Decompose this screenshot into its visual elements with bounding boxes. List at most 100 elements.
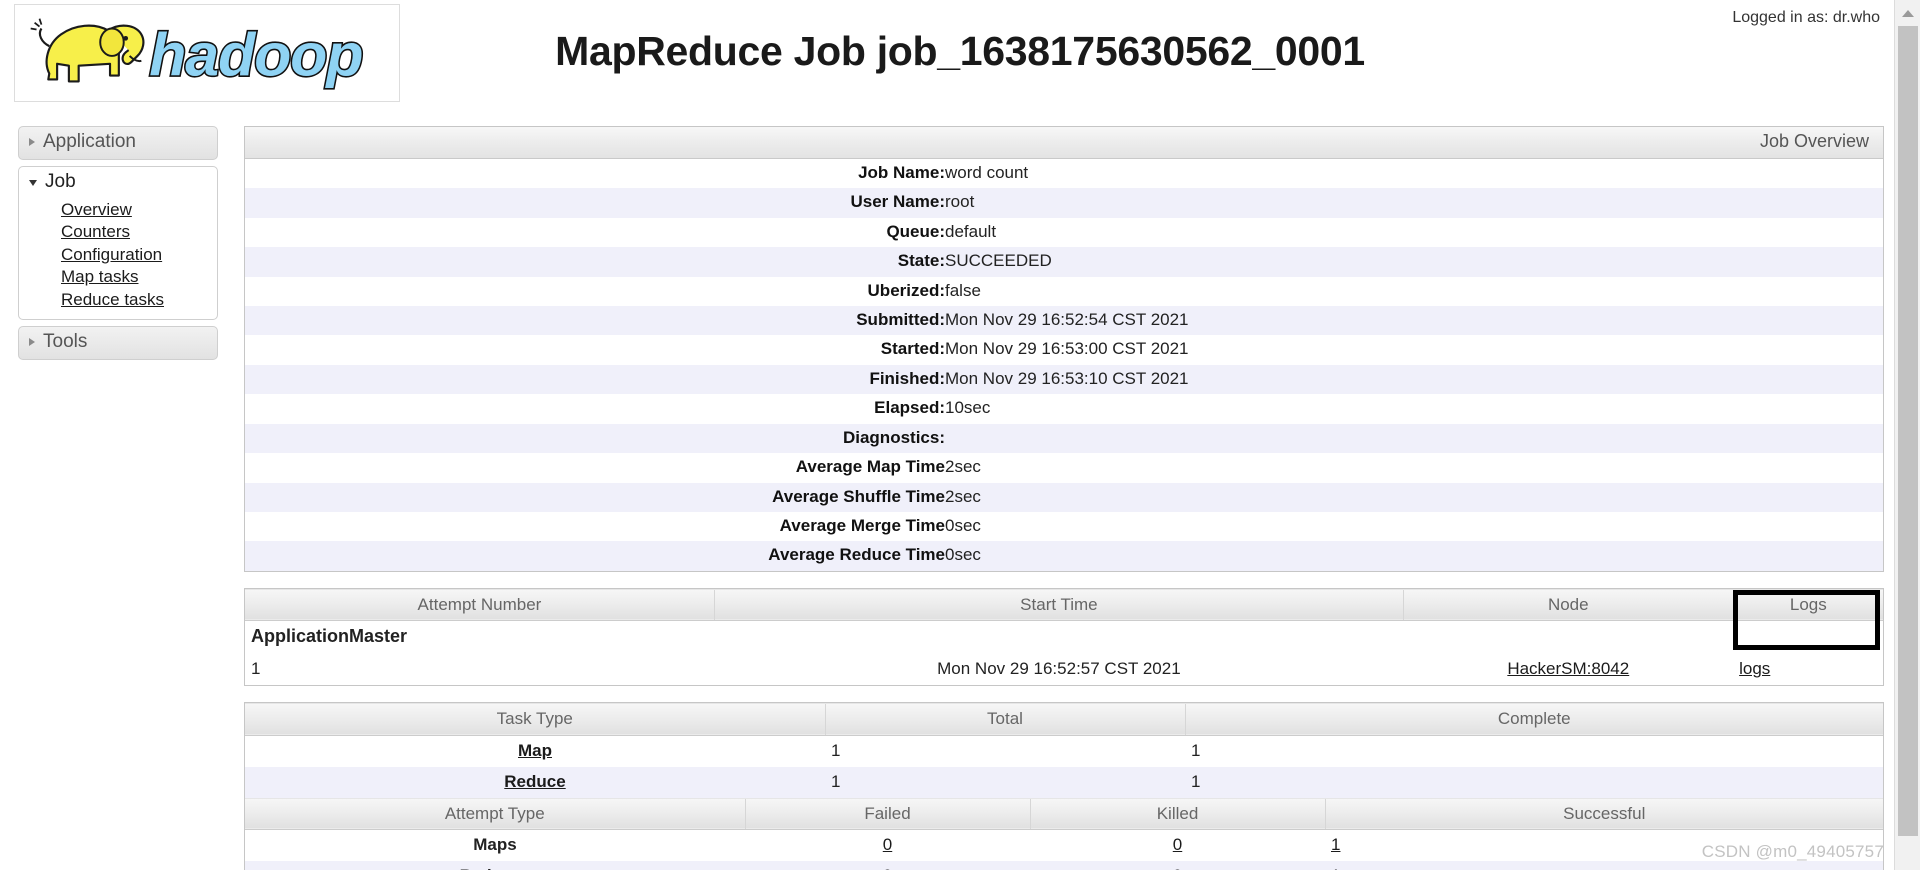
sidebar-item-reduce-tasks[interactable]: Reduce tasks <box>61 289 217 311</box>
overview-label: State: <box>897 251 945 271</box>
sidebar-link-counters[interactable]: Counters <box>61 222 130 241</box>
cell-complete: 1 <box>1191 771 1201 791</box>
reduces-successful-link[interactable]: 1 <box>1331 866 1340 870</box>
col-complete[interactable]: Complete <box>1184 702 1883 736</box>
maps-successful-link[interactable]: 1 <box>1331 835 1340 854</box>
sidebar-item-counters[interactable]: Counters <box>61 221 217 243</box>
sidebar-section-job-label: Job <box>45 170 76 192</box>
cell-attempt-type: Maps <box>473 835 517 855</box>
col-logs[interactable]: Logs <box>1732 588 1883 622</box>
col-task-type[interactable]: Task Type <box>245 702 825 736</box>
sidebar-section-tools-label: Tools <box>43 330 88 352</box>
overview-label: Elapsed: <box>874 398 945 418</box>
table-row: Average Shuffle Time 2sec <box>245 482 1883 513</box>
overview-value: 0sec <box>945 545 981 565</box>
cell-start-time: Mon Nov 29 16:52:57 CST 2021 <box>937 658 1181 678</box>
table-row: Diagnostics: <box>245 423 1883 454</box>
table-header-row: Attempt Number Start Time Node Logs <box>245 588 1883 622</box>
overview-label: Uberized: <box>867 280 945 300</box>
sidebar-section-application-header[interactable]: Application <box>19 127 217 159</box>
sidebar-link-map-tasks[interactable]: Map tasks <box>61 267 138 286</box>
table-row: Queue: default <box>245 217 1883 248</box>
task-summary-table: Task Type Total Complete Map 1 1 Reduce … <box>245 702 1883 798</box>
sidebar-section-application-label: Application <box>43 131 136 152</box>
col-attempt-type[interactable]: Attempt Type <box>245 797 745 831</box>
cell-failed: 0 <box>745 861 1030 870</box>
task-type-map-link[interactable]: Map <box>518 741 552 760</box>
overview-label: Submitted: <box>856 309 945 329</box>
sidebar-item-configuration[interactable]: Configuration <box>61 244 217 266</box>
attempt-summary-table: Attempt Type Failed Killed Successful Ma… <box>245 797 1883 870</box>
col-killed[interactable]: Killed <box>1029 797 1325 831</box>
table-row: Uberized: false <box>245 276 1883 306</box>
sidebar-section-tools-header[interactable]: Tools <box>19 327 217 359</box>
col-node[interactable]: Node <box>1402 588 1734 622</box>
logged-in-status: Logged in as: dr.who <box>1732 9 1880 26</box>
sidebar-link-reduce-tasks[interactable]: Reduce tasks <box>61 290 164 309</box>
col-failed[interactable]: Failed <box>744 797 1030 831</box>
sidebar-section-job-header[interactable]: Job <box>19 167 217 199</box>
table-row: Average Merge Time 0sec <box>245 512 1883 542</box>
table-row: Finished: Mon Nov 29 16:53:10 CST 2021 <box>245 364 1883 395</box>
page-header: hadoop MapReduce Job job_1638175630562_0… <box>0 0 1920 112</box>
sidebar-link-configuration[interactable]: Configuration <box>61 245 162 264</box>
cell-attempt-number: 1 <box>251 658 261 678</box>
task-type-reduce-link[interactable]: Reduce <box>504 772 565 791</box>
vertical-scrollbar[interactable] <box>1894 0 1920 870</box>
table-row: User Name: root <box>245 188 1883 218</box>
maps-failed-link[interactable]: 0 <box>883 835 892 854</box>
cell-task-type: Reduce <box>245 767 825 798</box>
sidebar-item-overview[interactable]: Overview <box>61 199 217 221</box>
overview-label: Average Reduce Time <box>768 545 945 565</box>
col-successful[interactable]: Successful <box>1324 797 1883 831</box>
sidebar-section-job[interactable]: Job Overview Counters Configuration Map … <box>18 165 218 320</box>
table-row: Started: Mon Nov 29 16:53:00 CST 2021 <box>245 335 1883 365</box>
overview-value: word count <box>945 162 1029 182</box>
scrollbar-up-arrow[interactable] <box>1895 0 1920 26</box>
cell-killed: 0 <box>1030 861 1325 870</box>
sidebar-link-overview[interactable]: Overview <box>61 200 132 219</box>
job-overview-table: Job Name: word count User Name: root Queue… <box>245 158 1883 571</box>
cell-complete: 1 <box>1191 740 1201 760</box>
cell-failed: 0 <box>745 830 1030 862</box>
overview-label: Diagnostics: <box>842 427 945 447</box>
reduces-failed-link[interactable]: 0 <box>883 866 892 870</box>
col-start-time[interactable]: Start Time <box>713 588 1404 622</box>
sidebar-section-tools[interactable]: Tools <box>18 325 218 360</box>
overview-value: 10sec <box>945 398 991 418</box>
table-row: Maps 0 0 1 <box>245 829 1883 862</box>
application-master-title-row: ApplicationMaster <box>245 620 1883 654</box>
table-row: Reduces 0 0 1 <box>245 861 1883 870</box>
table-row: 1 Mon Nov 29 16:52:57 CST 2021 HackerSM:… <box>245 653 1883 685</box>
chevron-down-icon <box>29 180 37 187</box>
sidebar: Application Job Overview Counters Config… <box>18 126 218 366</box>
application-master-title: ApplicationMaster <box>245 620 1883 654</box>
table-row: State: SUCCEEDED <box>245 247 1883 277</box>
col-attempt-number[interactable]: Attempt Number <box>245 588 715 622</box>
logs-link[interactable]: logs <box>1739 659 1770 678</box>
overview-value: 2sec <box>945 457 981 477</box>
sidebar-section-application[interactable]: Application <box>18 126 218 160</box>
overview-value: root <box>945 192 975 212</box>
table-row: Reduce 1 1 <box>245 766 1883 798</box>
table-row: Submitted: Mon Nov 29 16:52:54 CST 2021 <box>245 305 1883 336</box>
scrollbar-thumb[interactable] <box>1898 26 1918 836</box>
node-link[interactable]: HackerSM:8042 <box>1507 659 1629 678</box>
page-root: hadoop MapReduce Job job_1638175630562_0… <box>0 0 1920 870</box>
sidebar-item-map-tasks[interactable]: Map tasks <box>61 266 217 288</box>
reduces-killed-link[interactable]: 0 <box>1173 866 1182 870</box>
cell-attempt-type: Reduces <box>245 861 745 870</box>
overview-label: Queue: <box>886 221 945 241</box>
chevron-right-icon <box>29 338 35 347</box>
chevron-up-icon <box>1902 9 1914 17</box>
page-title: MapReduce Job job_1638175630562_0001 <box>555 28 1365 74</box>
overview-label: User Name: <box>850 192 946 212</box>
overview-value: Mon Nov 29 16:53:10 CST 2021 <box>945 368 1189 388</box>
maps-killed-link[interactable]: 0 <box>1173 835 1182 854</box>
overview-value: default <box>945 221 997 241</box>
col-total[interactable]: Total <box>824 702 1185 736</box>
page-body: Application Job Overview Counters Config… <box>0 112 1920 870</box>
overview-value: false <box>945 280 981 300</box>
task-summary-panel: Task Type Total Complete Map 1 1 Reduce … <box>244 701 1884 870</box>
table-row: Job Name: word count <box>245 158 1883 189</box>
